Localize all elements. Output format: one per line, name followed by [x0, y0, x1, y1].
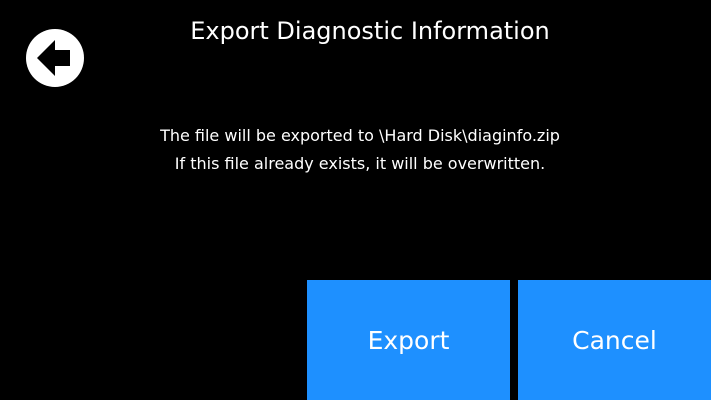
back-button[interactable]	[26, 29, 84, 87]
cancel-button-label: Cancel	[572, 325, 657, 355]
message-line-path: The file will be exported to \Hard Disk\…	[160, 126, 560, 145]
message-line-overwrite: If this file already exists, it will be …	[174, 154, 546, 173]
screen-frame-bottom	[0, 400, 719, 411]
screen-frame-right	[711, 0, 719, 411]
export-button-label: Export	[367, 325, 450, 355]
export-diagnostic-screen: Export Diagnostic Information The file w…	[0, 0, 719, 411]
back-arrow-icon	[26, 29, 84, 87]
export-button[interactable]: Export	[307, 280, 510, 400]
cancel-button[interactable]: Cancel	[518, 280, 711, 400]
dialog-message: The file will be exported to \Hard Disk\…	[60, 122, 660, 178]
dialog-title: Export Diagnostic Information	[190, 17, 550, 45]
